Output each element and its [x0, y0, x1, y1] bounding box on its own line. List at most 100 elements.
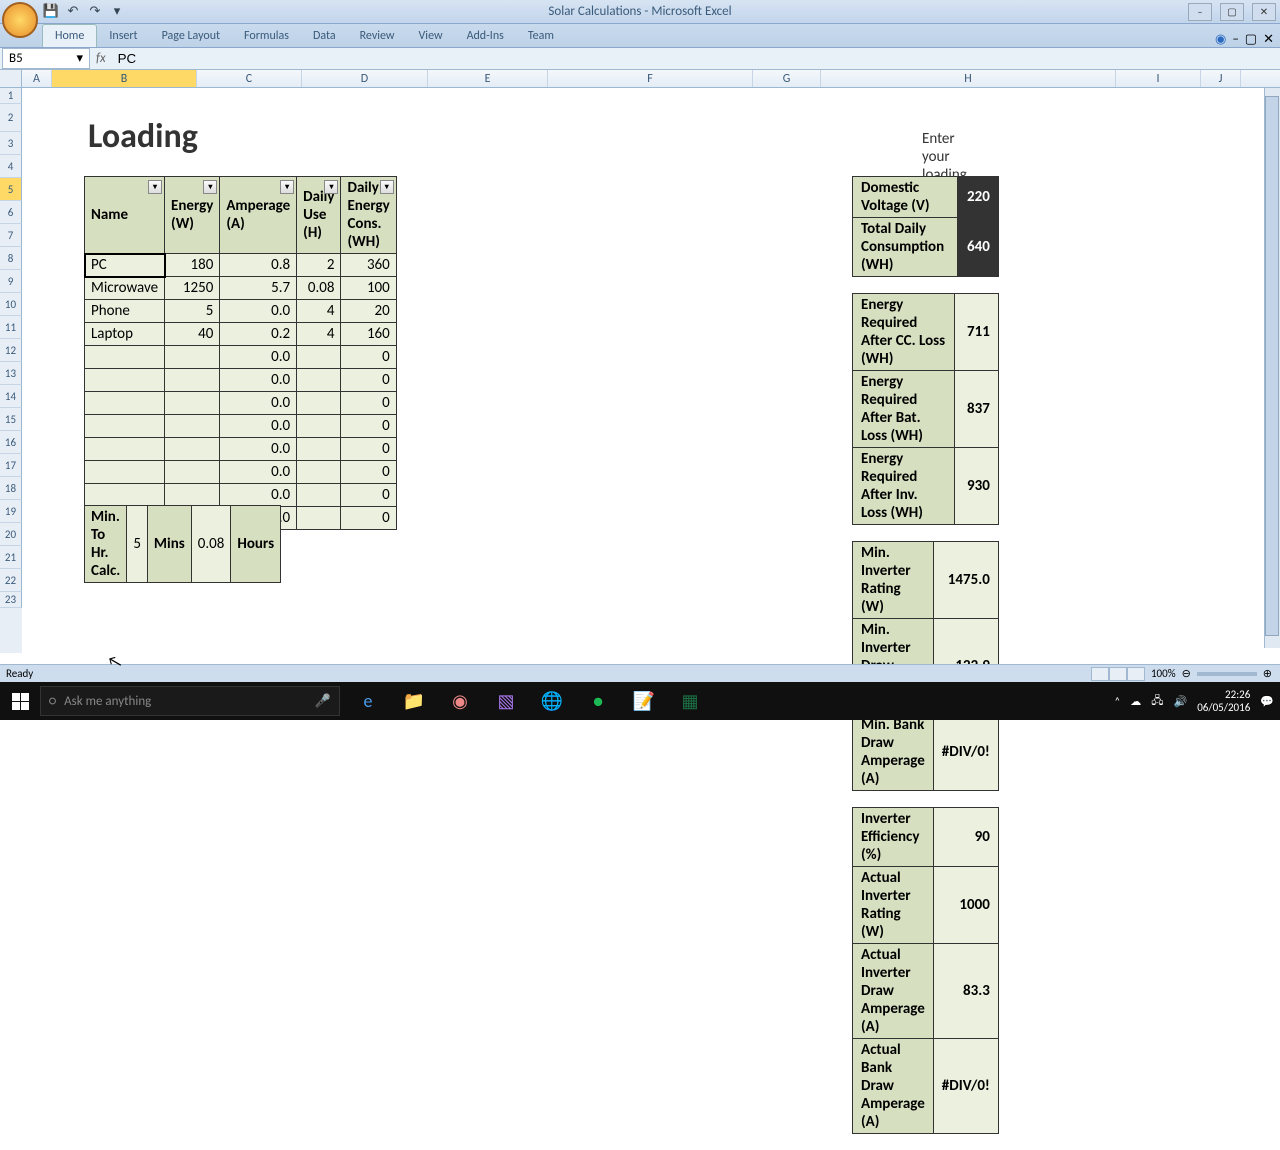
table-cell[interactable] — [165, 346, 220, 369]
col-header-G[interactable]: G — [753, 70, 821, 87]
table-cell[interactable] — [297, 484, 341, 507]
table-cell[interactable]: 0.0 — [220, 392, 297, 415]
row-header-20[interactable]: 20 — [0, 523, 22, 546]
view-break-icon[interactable] — [1127, 667, 1145, 681]
minimize-button[interactable]: – — [1188, 3, 1212, 21]
tray-notifications-icon[interactable]: 💬 — [1260, 695, 1274, 708]
table-header[interactable]: Daily Energy Cons. (WH)▾ — [341, 177, 396, 254]
office-button[interactable] — [2, 2, 38, 38]
summary-value[interactable]: 930 — [954, 448, 998, 525]
table-cell[interactable]: 2 — [297, 254, 341, 277]
table-cell[interactable] — [165, 438, 220, 461]
table-header[interactable]: Daily Use (H)▾ — [297, 177, 341, 254]
filter-dropdown-icon[interactable]: ▾ — [280, 180, 294, 194]
table-cell[interactable]: 0 — [341, 392, 396, 415]
task-app1-icon[interactable]: ◉ — [440, 686, 480, 716]
undo-icon[interactable]: ↶ — [64, 3, 82, 21]
table-cell[interactable] — [165, 415, 220, 438]
table-cell[interactable]: 0 — [341, 438, 396, 461]
filter-dropdown-icon[interactable]: ▾ — [148, 180, 162, 194]
summary-value[interactable]: 837 — [954, 371, 998, 448]
row-header-10[interactable]: 10 — [0, 293, 22, 316]
table-cell[interactable]: 5.7 — [220, 277, 297, 300]
table-cell[interactable]: 0.0 — [220, 484, 297, 507]
col-header-J[interactable]: J — [1201, 70, 1241, 87]
table-header[interactable]: Energy (W)▾ — [165, 177, 220, 254]
task-edge-icon[interactable]: e — [348, 686, 388, 716]
table-cell[interactable]: 100 — [341, 277, 396, 300]
close-button[interactable]: ✕ — [1252, 3, 1276, 21]
table-cell[interactable] — [85, 392, 165, 415]
summary-value[interactable]: 640 — [958, 218, 999, 277]
table-cell[interactable] — [297, 415, 341, 438]
table-cell[interactable]: 360 — [341, 254, 396, 277]
table-cell[interactable]: 180 — [165, 254, 220, 277]
table-cell[interactable] — [297, 392, 341, 415]
ribbon-tab-insert[interactable]: Insert — [97, 25, 149, 47]
task-chrome-icon[interactable]: 🌐 — [532, 686, 572, 716]
qat-dropdown-icon[interactable]: ▾ — [108, 3, 126, 21]
ribbon-restore-icon[interactable]: ▢ — [1245, 32, 1257, 47]
table-cell[interactable]: 0 — [341, 369, 396, 392]
col-header-B[interactable]: B — [52, 70, 197, 87]
table-cell[interactable]: 4 — [297, 300, 341, 323]
table-cell[interactable] — [165, 392, 220, 415]
table-cell[interactable] — [85, 438, 165, 461]
table-cell[interactable]: 0 — [341, 461, 396, 484]
namebox-dropdown-icon[interactable]: ▾ — [76, 51, 83, 66]
save-icon[interactable]: 💾 — [42, 3, 60, 21]
summary-value[interactable]: 220 — [958, 177, 999, 218]
row-header-15[interactable]: 15 — [0, 408, 22, 431]
col-header-E[interactable]: E — [428, 70, 548, 87]
ribbon-tab-formulas[interactable]: Formulas — [232, 25, 301, 47]
summary-value[interactable]: 1000 — [933, 867, 998, 944]
row-header-16[interactable]: 16 — [0, 431, 22, 454]
table-cell[interactable]: 0.8 — [220, 254, 297, 277]
table-cell[interactable] — [85, 369, 165, 392]
row-header-22[interactable]: 22 — [0, 569, 22, 592]
row-header-9[interactable]: 9 — [0, 270, 22, 293]
row-header-13[interactable]: 13 — [0, 362, 22, 385]
table-cell[interactable]: 5 — [165, 300, 220, 323]
col-header-I[interactable]: I — [1116, 70, 1201, 87]
calc-mins-value[interactable]: 5 — [127, 506, 148, 583]
zoom-out-icon[interactable]: ⊖ — [1182, 667, 1191, 680]
ribbon-tab-page-layout[interactable]: Page Layout — [150, 25, 232, 47]
task-explorer-icon[interactable]: 📁 — [394, 686, 434, 716]
row-header-2[interactable]: 2 — [0, 104, 22, 132]
cortana-search[interactable]: ○ Ask me anything 🎤 — [40, 686, 340, 716]
row-header-12[interactable]: 12 — [0, 339, 22, 362]
col-header-A[interactable]: A — [22, 70, 52, 87]
mic-icon[interactable]: 🎤 — [315, 694, 331, 709]
table-cell[interactable] — [85, 484, 165, 507]
table-cell[interactable] — [297, 438, 341, 461]
table-cell[interactable]: 0.0 — [220, 369, 297, 392]
row-header-23[interactable]: 23 — [0, 592, 22, 608]
ribbon-tab-view[interactable]: View — [407, 25, 455, 47]
ribbon-tab-review[interactable]: Review — [348, 25, 407, 47]
ribbon-tab-home[interactable]: Home — [42, 24, 97, 47]
row-header-1[interactable]: 1 — [0, 88, 22, 104]
table-cell[interactable]: 1250 — [165, 277, 220, 300]
row-header-6[interactable]: 6 — [0, 201, 22, 224]
table-cell[interactable]: 0.0 — [220, 415, 297, 438]
view-normal-icon[interactable] — [1091, 667, 1109, 681]
table-cell[interactable] — [297, 461, 341, 484]
row-header-4[interactable]: 4 — [0, 155, 22, 178]
table-cell[interactable] — [85, 415, 165, 438]
col-header-D[interactable]: D — [302, 70, 428, 87]
ribbon-tab-team[interactable]: Team — [516, 25, 566, 47]
start-button[interactable] — [0, 682, 40, 720]
filter-dropdown-icon[interactable]: ▾ — [203, 180, 217, 194]
table-cell[interactable]: 0.0 — [220, 461, 297, 484]
table-cell[interactable] — [297, 507, 341, 530]
table-cell[interactable]: 40 — [165, 323, 220, 346]
table-cell[interactable]: Phone — [85, 300, 165, 323]
table-header[interactable]: Amperage (A)▾ — [220, 177, 297, 254]
table-cell[interactable]: 0.0 — [220, 438, 297, 461]
table-cell[interactable]: Microwave — [85, 277, 165, 300]
filter-dropdown-icon[interactable]: ▾ — [380, 180, 394, 194]
row-header-17[interactable]: 17 — [0, 454, 22, 477]
select-all-corner[interactable] — [0, 70, 22, 87]
task-spotify-icon[interactable]: ● — [578, 686, 618, 716]
